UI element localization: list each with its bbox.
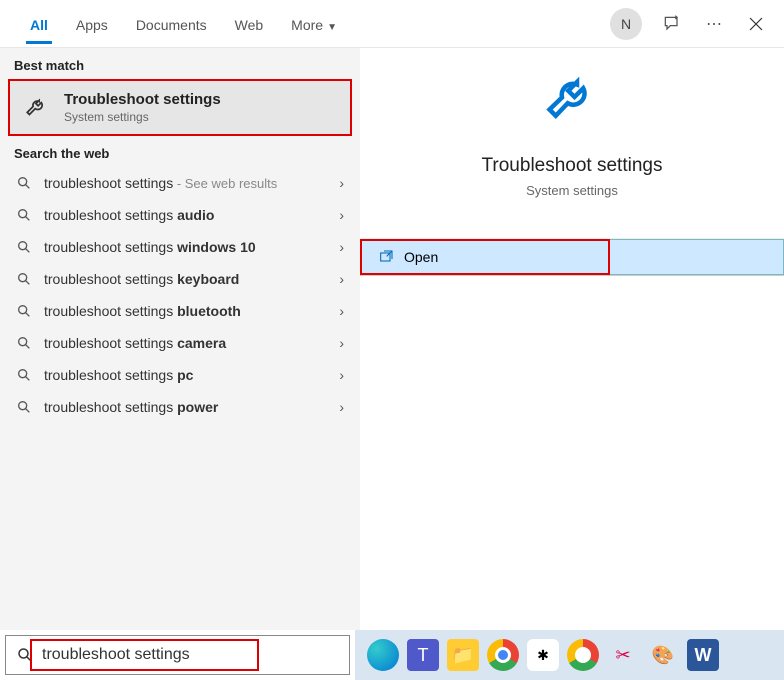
search-input[interactable]: [42, 646, 339, 664]
best-match-item[interactable]: Troubleshoot settings System settings: [8, 79, 352, 136]
chevron-right-icon: ›: [339, 367, 344, 383]
web-result-text: troubleshoot settings - See web results: [44, 175, 331, 191]
chevron-right-icon: ›: [339, 175, 344, 191]
search-icon: [16, 271, 32, 287]
best-match-label: Best match: [0, 48, 360, 79]
open-action[interactable]: Open: [360, 239, 610, 275]
web-result-text: troubleshoot settings windows 10: [44, 239, 331, 255]
web-result[interactable]: troubleshoot settings power ›: [0, 391, 360, 423]
taskbar-edge-icon[interactable]: [367, 639, 399, 671]
detail-subtitle: System settings: [360, 183, 784, 198]
chevron-down-icon: ▼: [327, 22, 337, 33]
user-avatar[interactable]: N: [610, 8, 642, 40]
search-icon: [16, 646, 34, 664]
search-icon: [16, 367, 32, 383]
search-icon: [16, 239, 32, 255]
tab-all[interactable]: All: [16, 5, 62, 43]
taskbar-paint-icon[interactable]: 🎨: [647, 639, 679, 671]
chevron-right-icon: ›: [339, 399, 344, 415]
web-result-text: troubleshoot settings bluetooth: [44, 303, 331, 319]
search-icon: [16, 335, 32, 351]
close-icon[interactable]: [744, 12, 768, 36]
search-tabs: All Apps Documents Web More▼ N ⋯: [0, 0, 784, 48]
chevron-right-icon: ›: [339, 335, 344, 351]
wrench-icon: [22, 95, 52, 121]
taskbar-word-icon[interactable]: W: [687, 639, 719, 671]
web-result[interactable]: troubleshoot settings - See web results …: [0, 167, 360, 199]
best-match-subtitle: System settings: [64, 110, 221, 124]
chevron-right-icon: ›: [339, 239, 344, 255]
taskbar-chrome2-icon[interactable]: [567, 639, 599, 671]
chevron-right-icon: ›: [339, 303, 344, 319]
tab-apps[interactable]: Apps: [62, 5, 122, 43]
taskbar-chrome-icon[interactable]: [487, 639, 519, 671]
search-icon: [16, 207, 32, 223]
web-result-text: troubleshoot settings camera: [44, 335, 331, 351]
chevron-right-icon: ›: [339, 271, 344, 287]
web-result[interactable]: troubleshoot settings windows 10 ›: [0, 231, 360, 263]
tab-documents[interactable]: Documents: [122, 5, 221, 43]
web-result[interactable]: troubleshoot settings bluetooth ›: [0, 295, 360, 327]
search-box[interactable]: [5, 635, 350, 675]
results-panel: Best match Troubleshoot settings System …: [0, 48, 360, 630]
web-result-text: troubleshoot settings audio: [44, 207, 331, 223]
chevron-right-icon: ›: [339, 207, 344, 223]
more-options-icon[interactable]: ⋯: [702, 12, 726, 36]
web-result[interactable]: troubleshoot settings keyboard ›: [0, 263, 360, 295]
web-result[interactable]: troubleshoot settings pc ›: [0, 359, 360, 391]
taskbar-snip-icon[interactable]: ✂: [607, 639, 639, 671]
search-web-label: Search the web: [0, 136, 360, 167]
taskbar: T 📁 ✱ ✂ 🎨 W: [355, 630, 784, 680]
web-result[interactable]: troubleshoot settings audio ›: [0, 199, 360, 231]
web-result-text: troubleshoot settings power: [44, 399, 331, 415]
tab-more[interactable]: More▼: [277, 5, 351, 43]
best-match-title: Troubleshoot settings: [64, 91, 221, 108]
search-icon: [16, 175, 32, 191]
open-label: Open: [404, 249, 438, 265]
open-icon: [378, 249, 394, 265]
feedback-icon[interactable]: [660, 12, 684, 36]
taskbar-teams-icon[interactable]: T: [407, 639, 439, 671]
action-extra[interactable]: [610, 239, 784, 275]
detail-panel: Troubleshoot settings System settings Op…: [360, 48, 784, 630]
web-result-text: troubleshoot settings keyboard: [44, 271, 331, 287]
taskbar-slack-icon[interactable]: ✱: [527, 639, 559, 671]
search-icon: [16, 399, 32, 415]
taskbar-explorer-icon[interactable]: 📁: [447, 639, 479, 671]
web-result-text: troubleshoot settings pc: [44, 367, 331, 383]
detail-title: Troubleshoot settings: [360, 155, 784, 177]
web-result[interactable]: troubleshoot settings camera ›: [0, 327, 360, 359]
search-icon: [16, 303, 32, 319]
tab-web[interactable]: Web: [221, 5, 278, 43]
wrench-icon: [542, 72, 602, 132]
